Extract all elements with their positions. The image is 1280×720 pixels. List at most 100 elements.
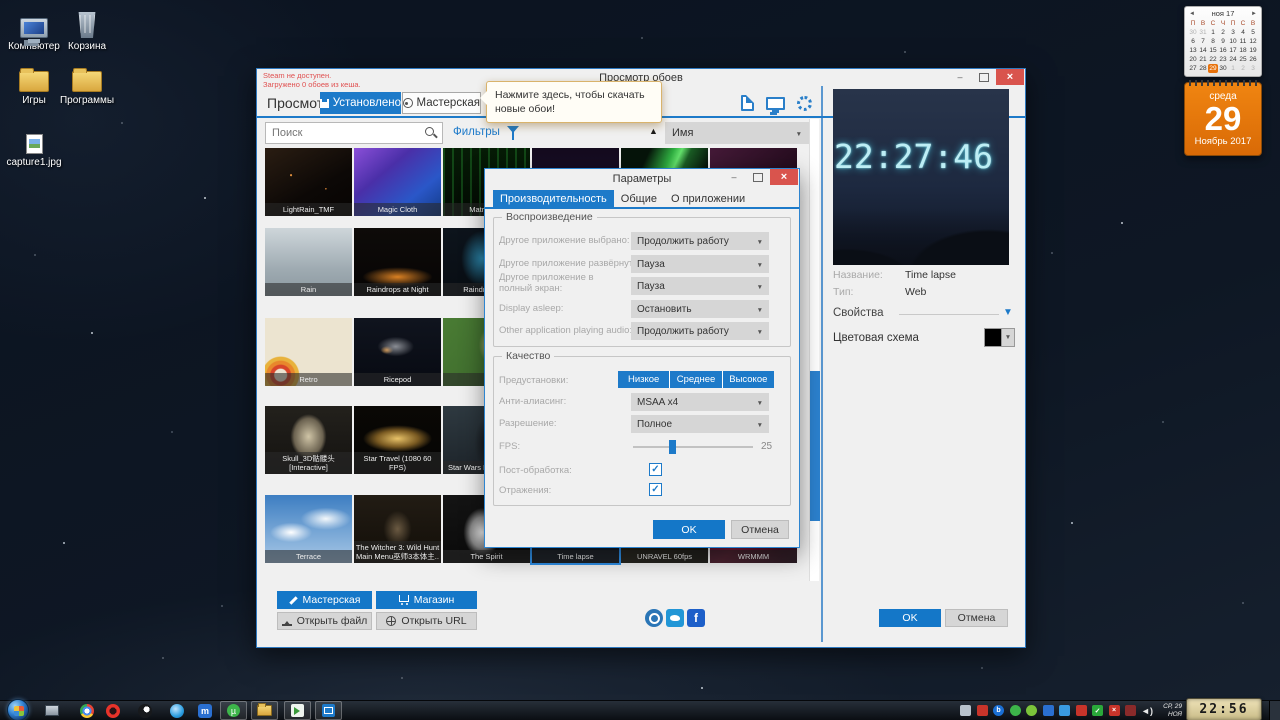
- wallpaper-tile[interactable]: Raindrops at Night: [354, 228, 441, 296]
- taskbar-wallpaper-engine-button[interactable]: [315, 701, 342, 720]
- tray-red-app-icon[interactable]: [977, 705, 988, 716]
- tray-update-icon[interactable]: [1125, 705, 1136, 716]
- calendar-day[interactable]: 19: [1248, 46, 1258, 55]
- preset-high-button[interactable]: Высокое: [723, 371, 774, 388]
- calendar-day[interactable]: 3: [1228, 28, 1238, 37]
- calendar-day[interactable]: 16: [1218, 46, 1228, 55]
- dialog-close-button[interactable]: [770, 169, 798, 185]
- reflections-checkbox[interactable]: [649, 483, 662, 496]
- fps-slider-track[interactable]: [633, 446, 753, 448]
- calendar-day[interactable]: 25: [1238, 55, 1248, 64]
- open-file-button[interactable]: Открыть файл: [277, 612, 372, 630]
- calendar-day[interactable]: 7: [1198, 37, 1208, 46]
- search-input[interactable]: [265, 122, 443, 144]
- tray-error-icon[interactable]: ×: [1109, 705, 1120, 716]
- start-button[interactable]: [7, 699, 29, 720]
- calendar-day[interactable]: 21: [1198, 55, 1208, 64]
- minimize-button[interactable]: [948, 69, 972, 85]
- other-app-maximized-dropdown[interactable]: Пауза: [631, 255, 769, 273]
- calendar-day[interactable]: 2: [1218, 28, 1228, 37]
- facebook-icon[interactable]: f: [687, 609, 705, 627]
- calendar-day[interactable]: 18: [1238, 46, 1248, 55]
- calendar-day[interactable]: 2: [1238, 64, 1248, 73]
- preset-medium-button[interactable]: Среднее: [670, 371, 721, 388]
- taskbar-chrome-icon[interactable]: [80, 703, 96, 719]
- calendar-day[interactable]: 8: [1208, 37, 1218, 46]
- calendar-day[interactable]: 26: [1248, 55, 1258, 64]
- tray-blue-app-icon[interactable]: [1043, 705, 1054, 716]
- window-cancel-button[interactable]: Отмена: [945, 609, 1008, 627]
- calendar-day[interactable]: 13: [1188, 46, 1198, 55]
- other-app-fullscreen-dropdown[interactable]: Пауза: [631, 277, 769, 295]
- steam-social-icon[interactable]: [645, 609, 663, 627]
- calendar-day[interactable]: 31: [1198, 28, 1208, 37]
- wallpaper-tile[interactable]: Retro: [265, 318, 352, 386]
- calendar-day[interactable]: 9: [1218, 37, 1228, 46]
- dialog-minimize-button[interactable]: [722, 169, 746, 185]
- wallpaper-tile[interactable]: Rain: [265, 228, 352, 296]
- wallpaper-tile[interactable]: The Witcher 3: Wild Hunt Main Menu巫师3本体主…: [354, 495, 441, 563]
- calendar-day[interactable]: 4: [1238, 28, 1248, 37]
- tab-general[interactable]: Общие: [614, 190, 664, 208]
- playlist-icon[interactable]: [741, 95, 754, 111]
- calendar-prev-icon[interactable]: ◄: [1189, 11, 1195, 17]
- properties-collapse-icon[interactable]: [1003, 307, 1013, 318]
- calendar-day[interactable]: 30: [1218, 64, 1228, 73]
- tray-date[interactable]: СР, 29 НОЯ: [1146, 703, 1182, 719]
- calendar-day[interactable]: 30: [1188, 28, 1198, 37]
- taskbar-opera-icon[interactable]: [106, 703, 122, 719]
- scrollbar-thumb[interactable]: [810, 371, 820, 521]
- calendar-day[interactable]: 3: [1248, 64, 1258, 73]
- tray-utorrent-icon[interactable]: [1010, 705, 1021, 716]
- sort-ascending-icon[interactable]: [649, 126, 658, 136]
- workshop-button[interactable]: Мастерская: [277, 591, 372, 609]
- wallpaper-tile[interactable]: LightRain_TMF: [265, 148, 352, 216]
- filters-link[interactable]: Фильтры: [453, 126, 500, 138]
- dialog-ok-button[interactable]: OK: [653, 520, 725, 539]
- wallpaper-tile[interactable]: Terrace: [265, 495, 352, 563]
- dialog-maximize-button[interactable]: [746, 169, 770, 185]
- sort-dropdown[interactable]: Имя: [665, 122, 809, 144]
- taskbar-media-app-button[interactable]: [284, 701, 311, 720]
- taskbar-browser-icon[interactable]: [170, 703, 186, 719]
- tab-about[interactable]: О приложении: [664, 190, 752, 208]
- tray-bluetooth-icon[interactable]: b: [993, 705, 1004, 716]
- color-scheme-dropdown[interactable]: [984, 328, 1015, 347]
- taskbar-gog-icon[interactable]: [138, 703, 154, 719]
- tab-workshop[interactable]: Мастерская: [402, 92, 481, 114]
- antialias-dropdown[interactable]: MSAA x4: [631, 393, 769, 411]
- calendar-day[interactable]: 1: [1228, 64, 1238, 73]
- calendar-next-icon[interactable]: ►: [1251, 11, 1257, 17]
- maximize-button[interactable]: [972, 69, 996, 85]
- calendar-day[interactable]: 17: [1228, 46, 1238, 55]
- calendar-day[interactable]: 1: [1208, 28, 1218, 37]
- taskbar-utorrent-button[interactable]: µ: [220, 701, 247, 720]
- postprocess-checkbox[interactable]: [649, 463, 662, 476]
- desktop-icon-recycle-bin[interactable]: Корзина: [55, 6, 119, 52]
- tray-shield-icon[interactable]: [1059, 705, 1070, 716]
- displays-icon[interactable]: [766, 97, 785, 110]
- shop-button[interactable]: Магазин: [376, 591, 477, 609]
- tab-performance[interactable]: Производительность: [493, 190, 614, 208]
- calendar-day[interactable]: 24: [1228, 55, 1238, 64]
- calendar-day[interactable]: 28: [1198, 64, 1208, 73]
- desktop-icon-capture1[interactable]: capture1.jpg: [0, 122, 70, 168]
- calendar-day[interactable]: 27: [1188, 64, 1198, 73]
- tray-swirl-icon[interactable]: [1026, 705, 1037, 716]
- tab-installed[interactable]: Установлено: [320, 92, 401, 114]
- tray-grid-icon[interactable]: [960, 705, 971, 716]
- calendar-day[interactable]: 14: [1198, 46, 1208, 55]
- taskbar-explorer-button[interactable]: [251, 701, 278, 720]
- calendar-day-selected[interactable]: 29: [1208, 64, 1218, 73]
- wallpaper-tile[interactable]: Star Travel (1080 60 FPS): [354, 406, 441, 474]
- twitter-icon[interactable]: [666, 609, 684, 627]
- calendar-day[interactable]: 10: [1228, 37, 1238, 46]
- calendar-day[interactable]: 15: [1208, 46, 1218, 55]
- calendar-day[interactable]: 5: [1248, 28, 1258, 37]
- display-asleep-dropdown[interactable]: Остановить: [631, 300, 769, 318]
- open-url-button[interactable]: Открыть URL: [376, 612, 477, 630]
- tray-antivirus-icon[interactable]: ✓: [1092, 705, 1103, 716]
- window-ok-button[interactable]: OK: [879, 609, 941, 627]
- scrollbar-track[interactable]: [809, 119, 819, 581]
- calendar-day[interactable]: 6: [1188, 37, 1198, 46]
